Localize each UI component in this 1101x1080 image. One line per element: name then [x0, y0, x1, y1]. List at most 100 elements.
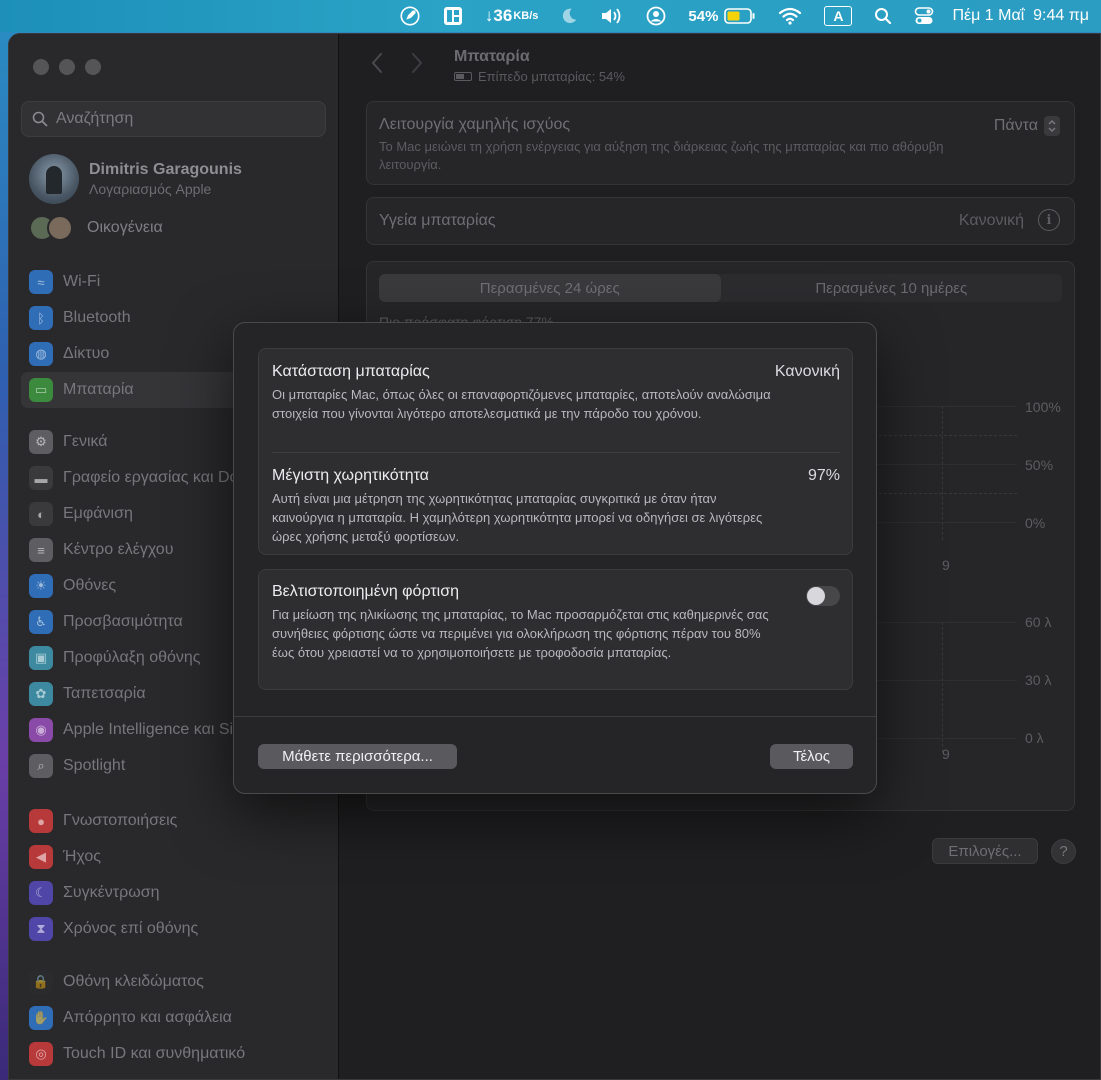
low-power-mode-row: Λειτουργία χαμηλής ισχύος Το Mac μειώνει… [366, 101, 1075, 185]
screensaver-icon: ▣ [29, 646, 53, 670]
close-window-button[interactable] [33, 59, 49, 75]
battery-level-text: Επίπεδο μπαταρίας: 54% [478, 69, 625, 84]
moon-icon[interactable] [560, 0, 578, 32]
sidebar-item-hourglass[interactable]: ⧗ Χρόνος επί οθόνης [21, 911, 333, 947]
max-capacity-row: Μέγιστη χωρητικότητα 97% Αυτή είναι μια … [272, 467, 840, 546]
info-icon[interactable]: i [1038, 209, 1060, 231]
apple-account[interactable]: Dimitris Garagounis Λογαριασμός Apple [29, 154, 329, 204]
battery-info-group: Κατάσταση μπαταρίας Κανονική Οι μπαταρίε… [258, 348, 853, 555]
sidebar-item-label: Ταπετσαρία [63, 685, 146, 702]
sidebar-item-fingerprint[interactable]: ◎ Touch ID και συνθηματικό [21, 1036, 333, 1072]
sidebar-item-label: Προφύλαξη οθόνης [63, 649, 201, 666]
fingerprint-icon: ◎ [29, 1042, 53, 1066]
spotlight-search-icon[interactable] [874, 0, 892, 32]
gear-icon: ⚙ [29, 430, 53, 454]
battery-health-sheet: Κατάσταση μπαταρίας Κανονική Οι μπαταρίε… [233, 322, 877, 794]
control-center-icon[interactable] [914, 0, 934, 32]
max-capacity-description: Αυτή είναι μια μέτρηση της χωρητικότητας… [272, 491, 763, 544]
menu-bar: ↓36 KB/s 54% A Πέμ 1 Μαΐ 9:44 πμ [0, 0, 1101, 32]
hourglass-icon: ⧗ [29, 917, 53, 941]
time-range-segmented-control: Περασμένες 24 ώρες Περασμένες 10 ημέρες [379, 274, 1062, 302]
page-title: Μπαταρία [454, 48, 530, 65]
battery-icon [724, 8, 755, 24]
sidebar-item-hand[interactable]: ✋ Απόρρητο και ασφάλεια [21, 1000, 333, 1036]
sidebar-item-speaker[interactable]: ◀ Ήχος [21, 839, 333, 875]
battery-condition-row: Κατάσταση μπαταρίας Κανονική Οι μπαταρίε… [272, 363, 840, 423]
usage-vertical-gridline [942, 622, 943, 752]
wallpaper-icon: ✿ [29, 682, 53, 706]
tab-last-24-hours[interactable]: Περασμένες 24 ώρες [379, 274, 721, 302]
volume-icon[interactable] [600, 0, 624, 32]
network-speed[interactable]: ↓36 KB/s [485, 0, 538, 32]
battery-percent: 54% [688, 7, 719, 25]
learn-more-button[interactable]: Μάθετε περισσότερα... [258, 744, 457, 769]
sidebar-item-label: Bluetooth [63, 309, 131, 326]
sidebar-group-security: 🔒 Οθόνη κλειδώματος ✋ Απόρρητο και ασφάλεια… [21, 964, 333, 1072]
user-account-icon[interactable] [646, 0, 666, 32]
sidebar-item-label: Touch ID και συνθηματικό [63, 1045, 246, 1062]
network-speed-unit: KB/s [513, 10, 539, 22]
wifi-icon: ≈ [29, 270, 53, 294]
optimized-charging-toggle[interactable] [806, 586, 840, 606]
control-center-icon: ≡ [29, 538, 53, 562]
battery-small-icon [454, 72, 472, 81]
help-button[interactable]: ? [1051, 839, 1076, 864]
sidebar-item-label: Οθόνες [63, 577, 117, 594]
window-controls [33, 59, 101, 75]
sidebar-item-label: Συγκέντρωση [63, 884, 160, 901]
sidebar-item-label: Κέντρο ελέγχου [63, 541, 174, 558]
sidebar-item-lock[interactable]: 🔒 Οθόνη κλειδώματος [21, 964, 333, 1000]
usage-axis-label: 60 λ [1025, 614, 1052, 630]
sidebar-item-moon[interactable]: ☾ Συγκέντρωση [21, 875, 333, 911]
optimized-charging-group: Βελτιστοποιημένη φόρτιση Για μείωση της … [258, 569, 853, 690]
sidebar-item-label: Μπαταρία [63, 381, 134, 398]
sidebar-item-label: Γνωστοποιήσεις [63, 812, 178, 829]
zoom-window-button[interactable] [85, 59, 101, 75]
sidebar-item-label: Wi-Fi [63, 273, 101, 290]
battery-health-value: Κανονική [958, 212, 1024, 229]
battery-health-title: Υγεία μπαταρίας [379, 212, 496, 229]
done-button[interactable]: Τέλος [770, 744, 853, 769]
globe-icon: ◍ [29, 342, 53, 366]
rocket-icon[interactable] [399, 0, 421, 32]
level-axis-label: 50% [1025, 457, 1054, 473]
battery-condition-description: Οι μπαταρίες Mac, όπως όλες οι επαναφορτ… [272, 387, 771, 421]
sidebar-item-label: Γενικά [63, 433, 108, 450]
appearance-icon: ◐ [29, 502, 53, 526]
input-source[interactable]: A [824, 0, 853, 32]
optimized-charging-title: Βελτιστοποιημένη φόρτιση [272, 583, 459, 600]
forward-arrow-icon[interactable] [410, 52, 424, 74]
family-item[interactable]: Οικογένεια [29, 214, 163, 242]
hand-icon: ✋ [29, 1006, 53, 1030]
dock-icon: ▬ [29, 466, 53, 490]
battery-status[interactable]: 54% [688, 0, 756, 32]
options-button[interactable]: Επιλογές... [932, 838, 1038, 864]
speaker-icon: ◀ [29, 845, 53, 869]
battery-health-row: Υγεία μπαταρίας Κανονική i [366, 197, 1075, 245]
minimize-window-button[interactable] [59, 59, 75, 75]
sidebar-item-label: Απόρρητο και ασφάλεια [63, 1009, 232, 1026]
low-power-title: Λειτουργία χαμηλής ισχύος [379, 116, 571, 133]
max-capacity-title: Μέγιστη χωρητικότητα [272, 467, 429, 484]
siri-icon: ◉ [29, 718, 53, 742]
search-input[interactable]: Αναζήτηση [21, 101, 326, 137]
clock-time: 9:44 πμ [1033, 7, 1089, 24]
menubar-clock[interactable]: Πέμ 1 Μαΐ 9:44 πμ [952, 0, 1089, 32]
back-arrow-icon[interactable] [370, 52, 384, 74]
sidebar-item-bell[interactable]: ● Γνωστοποιήσεις [21, 803, 333, 839]
accessibility-icon: ♿ [29, 610, 53, 634]
sidebar-item-wifi[interactable]: ≈ Wi-Fi [21, 264, 333, 300]
sidebar-item-label: Προσβασιμότητα [63, 613, 183, 630]
max-capacity-value: 97% [807, 467, 840, 484]
level-x-tick: 9 [942, 557, 950, 573]
sidebar-item-label: Ήχος [63, 848, 101, 865]
tab-last-10-days[interactable]: Περασμένες 10 ημέρες [721, 274, 1063, 302]
wifi-icon[interactable] [778, 0, 802, 32]
network-speed-value: ↓36 [484, 6, 513, 25]
account-name: Dimitris Garagounis [89, 161, 242, 178]
navigation-arrows [370, 52, 424, 74]
bell-icon: ● [29, 809, 53, 833]
window-layout-icon[interactable] [443, 0, 463, 32]
low-power-popup[interactable]: Πάντα [994, 116, 1060, 136]
level-axis-label: 100% [1025, 399, 1061, 415]
